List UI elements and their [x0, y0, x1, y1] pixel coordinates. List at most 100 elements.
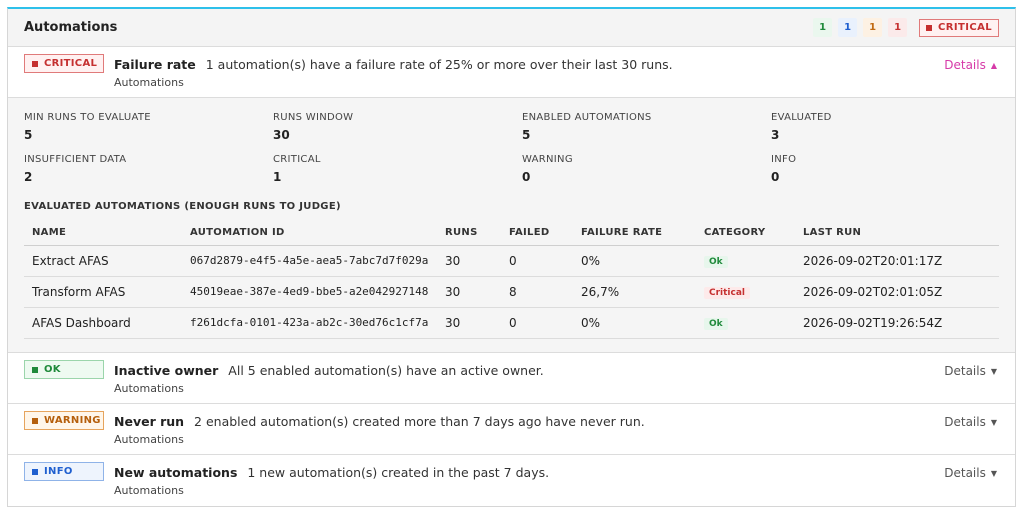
stat-value: 30 [273, 128, 290, 142]
details-label: Details [944, 364, 986, 378]
automation-id: f261dcfa-0101-423a-ab2c-30ed76c1cf7a [182, 307, 437, 339]
column-header[interactable]: RUNS [437, 220, 501, 246]
status-badge-critical: CRITICAL [24, 54, 104, 73]
details-toggle-new-automations[interactable]: Details ▼ [944, 466, 997, 480]
status-square-icon [32, 468, 38, 475]
last-run: 2026-09-02T19:26:54Z [795, 307, 999, 339]
check-name: Never run [114, 414, 185, 429]
failure-rate: 0% [573, 307, 696, 339]
ok-count-badge: 1 [813, 18, 833, 37]
stat-label: CRITICAL [273, 154, 321, 165]
stat-value: 0 [522, 170, 531, 184]
check-name: New automations [114, 465, 238, 480]
chevron-up-icon: ▲ [990, 60, 997, 70]
runs-count: 30 [437, 245, 501, 277]
failed-count: 8 [501, 276, 573, 308]
warning-count-badge: 1 [863, 18, 883, 37]
check-title: Never run 2 enabled automation(s) create… [114, 414, 645, 429]
status-badge-ok: OK [24, 360, 104, 379]
stat-runs-window: RUNS WINDOW 30 [273, 112, 513, 142]
chevron-down-icon: ▼ [990, 468, 997, 478]
check-message: 2 enabled automation(s) created more tha… [194, 414, 645, 429]
stat-value: 3 [771, 128, 780, 142]
panel-header: Automations 1 1 1 1 CRITICAL [8, 9, 1015, 47]
automation-name: AFAS Dashboard [24, 307, 182, 339]
overall-status-label: CRITICAL [938, 22, 992, 33]
stat-label: INFO [771, 154, 797, 165]
category-cell: Ok [696, 307, 795, 339]
status-badge-warning: WARNING [24, 411, 104, 430]
status-badge-info: INFO [24, 462, 104, 481]
stat-insufficient-data: INSUFFICIENT DATA 2 [24, 154, 264, 184]
table-row[interactable]: AFAS Dashboard f261dcfa-0101-423a-ab2c-3… [24, 307, 999, 339]
check-title: New automations 1 new automation(s) crea… [114, 465, 549, 480]
check-message: 1 new automation(s) created in the past … [247, 465, 550, 480]
column-header[interactable]: FAILURE RATE [573, 220, 696, 246]
check-failure-rate[interactable]: CRITICAL Failure rate 1 automation(s) ha… [8, 47, 1015, 98]
stat-label: MIN RUNS TO EVALUATE [24, 112, 151, 123]
automation-name: Extract AFAS [24, 245, 182, 277]
failure-rate: 0% [573, 245, 696, 277]
status-label: INFO [44, 466, 73, 477]
details-label: Details [944, 466, 986, 480]
check-title: Failure rate 1 automation(s) have a fail… [114, 57, 673, 72]
check-inactive-owner[interactable]: OK Inactive owner All 5 enabled automati… [8, 353, 1015, 404]
details-toggle-failure-rate[interactable]: Details ▲ [944, 58, 997, 72]
failed-count: 0 [501, 307, 573, 339]
check-subtitle: Automations [114, 382, 184, 395]
category-badge: Ok [704, 318, 728, 330]
status-square-icon [32, 366, 38, 373]
stat-enabled-automations: ENABLED AUTOMATIONS 5 [522, 112, 762, 142]
info-count-badge: 1 [838, 18, 858, 37]
stat-value: 2 [24, 170, 33, 184]
stat-warning: WARNING 0 [522, 154, 762, 184]
category-cell: Critical [696, 276, 795, 308]
details-label: Details [944, 415, 986, 429]
check-subtitle: Automations [114, 433, 184, 446]
category-cell: Ok [696, 245, 795, 277]
status-label: WARNING [44, 415, 101, 426]
check-new-automations[interactable]: INFO New automations 1 new automation(s)… [8, 455, 1015, 506]
failure-rate: 26,7% [573, 276, 696, 308]
status-square-icon [32, 60, 38, 67]
chevron-down-icon: ▼ [990, 417, 997, 427]
chevron-down-icon: ▼ [990, 366, 997, 376]
check-name: Inactive owner [114, 363, 219, 378]
details-toggle-never-run[interactable]: Details ▼ [944, 415, 997, 429]
failure-rate-details: MIN RUNS TO EVALUATE 5 RUNS WINDOW 30 EN… [8, 98, 1015, 353]
check-message: 1 automation(s) have a failure rate of 2… [205, 57, 673, 72]
panel-title: Automations [24, 20, 118, 35]
check-never-run[interactable]: WARNING Never run 2 enabled automation(s… [8, 404, 1015, 455]
automation-id: 067d2879-e4f5-4a5e-aea5-7abc7d7f029a [182, 245, 437, 277]
last-run: 2026-09-02T20:01:17Z [795, 245, 999, 277]
column-header[interactable]: FAILED [501, 220, 573, 246]
check-name: Failure rate [114, 57, 196, 72]
column-header[interactable]: LAST RUN [795, 220, 999, 246]
status-square-icon [32, 417, 38, 424]
critical-count-badge: 1 [888, 18, 908, 37]
stat-label: WARNING [522, 154, 573, 165]
table-row[interactable]: Transform AFAS 45019eae-387e-4ed9-bbe5-a… [24, 276, 999, 308]
table-header-row: NAME AUTOMATION ID RUNS FAILED FAILURE R… [24, 220, 999, 246]
overall-status-badge: CRITICAL [919, 18, 999, 37]
check-message: All 5 enabled automation(s) have an acti… [228, 363, 544, 378]
evaluated-automations-table: NAME AUTOMATION ID RUNS FAILED FAILURE R… [24, 220, 999, 339]
automation-id: 45019eae-387e-4ed9-bbe5-a2e042927148 [182, 276, 437, 308]
stat-evaluated: EVALUATED 3 [771, 112, 1011, 142]
stat-label: INSUFFICIENT DATA [24, 154, 127, 165]
stat-min-runs: MIN RUNS TO EVALUATE 5 [24, 112, 264, 142]
automation-name: Transform AFAS [24, 276, 182, 308]
runs-count: 30 [437, 276, 501, 308]
table-row[interactable]: Extract AFAS 067d2879-e4f5-4a5e-aea5-7ab… [24, 245, 999, 277]
section-heading: EVALUATED AUTOMATIONS (ENOUGH RUNS TO JU… [24, 201, 341, 212]
stat-label: EVALUATED [771, 112, 832, 123]
check-subtitle: Automations [114, 484, 184, 497]
column-header[interactable]: NAME [24, 220, 182, 246]
check-title: Inactive owner All 5 enabled automation(… [114, 363, 544, 378]
last-run: 2026-09-02T02:01:05Z [795, 276, 999, 308]
column-header[interactable]: AUTOMATION ID [182, 220, 437, 246]
column-header[interactable]: CATEGORY [696, 220, 795, 246]
status-label: CRITICAL [44, 58, 98, 69]
details-toggle-inactive-owner[interactable]: Details ▼ [944, 364, 997, 378]
stat-label: RUNS WINDOW [273, 112, 354, 123]
